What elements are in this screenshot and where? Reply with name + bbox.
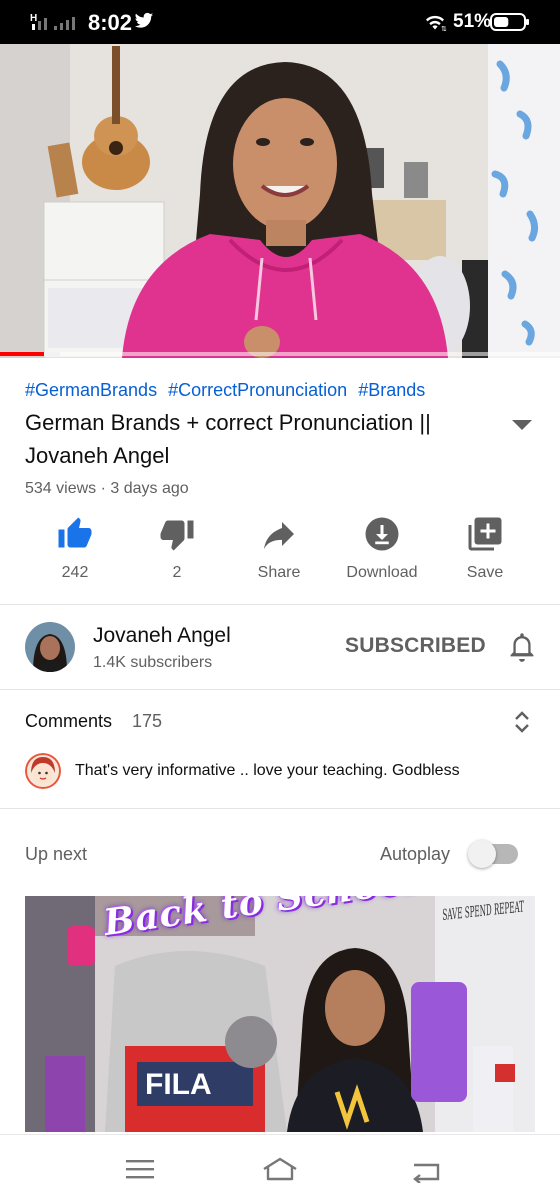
expand-description-icon[interactable] bbox=[511, 418, 533, 432]
dislike-count: 2 bbox=[172, 564, 182, 581]
progress-played bbox=[0, 352, 45, 356]
thumbs-up-icon bbox=[58, 517, 92, 548]
menu-icon[interactable] bbox=[122, 1155, 158, 1183]
home-icon[interactable] bbox=[262, 1155, 298, 1183]
battery-icon bbox=[490, 13, 529, 31]
subscribed-button[interactable]: SUBSCRIBED bbox=[345, 634, 486, 658]
video-progress-bar[interactable] bbox=[0, 352, 560, 356]
channel-avatar[interactable] bbox=[25, 622, 75, 672]
signal-strength-icon: H bbox=[30, 13, 75, 30]
up-next-video-thumbnail[interactable]: FILA SAVE SPEND REPEAT Back to School Ha… bbox=[25, 896, 535, 1132]
channel-name[interactable]: Jovaneh Angel bbox=[93, 624, 231, 648]
comments-count: 175 bbox=[132, 711, 163, 731]
hashtag-link[interactable]: #CorrectPronunciation bbox=[168, 380, 347, 400]
hashtag-link[interactable]: #GermanBrands bbox=[25, 380, 157, 400]
status-bar: H 8:02 ⇅ 51% bbox=[0, 0, 560, 44]
share-icon bbox=[264, 522, 294, 549]
progress-buffered bbox=[44, 352, 60, 356]
thumbs-down-icon bbox=[160, 520, 194, 551]
save-to-playlist-icon bbox=[468, 517, 502, 551]
thumbnail-image: FILA SAVE SPEND REPEAT bbox=[25, 896, 535, 1132]
view-count-and-date: 534 views · 3 days ago bbox=[25, 480, 189, 497]
subscriber-count: 1.4K subscribers bbox=[93, 654, 213, 671]
thumbnail-brand-text: FILA bbox=[145, 1068, 212, 1101]
divider bbox=[0, 808, 560, 809]
comments-label[interactable]: Comments bbox=[25, 711, 112, 732]
wifi-icon: ⇅ bbox=[426, 15, 447, 32]
notification-bell-icon[interactable] bbox=[508, 631, 536, 663]
commenter-avatar-image bbox=[25, 753, 61, 789]
top-comment-text: That's very informative .. love your tea… bbox=[75, 762, 460, 779]
dislike-button[interactable]: 2 bbox=[127, 516, 227, 586]
up-next-label: Up next bbox=[25, 844, 88, 864]
battery-percent: 51% bbox=[453, 11, 492, 32]
video-title-line: German Brands + correct Pronunciation || bbox=[25, 410, 431, 435]
channel-avatar-image bbox=[25, 622, 75, 672]
network-type-label: H bbox=[30, 13, 37, 24]
save-button[interactable]: Save bbox=[435, 516, 535, 586]
like-button[interactable]: 242 bbox=[25, 516, 125, 586]
like-count: 242 bbox=[61, 564, 89, 581]
save-label: Save bbox=[466, 564, 504, 581]
video-frame-image bbox=[0, 44, 560, 358]
back-icon[interactable] bbox=[408, 1155, 444, 1183]
video-title-line: Jovaneh Angel bbox=[25, 443, 170, 468]
clock: 8:02 bbox=[88, 10, 133, 35]
video-title[interactable]: German Brands + correct Pronunciation ||… bbox=[25, 406, 485, 472]
download-label: Download bbox=[346, 564, 418, 581]
twitter-icon bbox=[134, 12, 154, 28]
system-navigation-bar bbox=[0, 1134, 560, 1200]
autoplay-label: Autoplay bbox=[380, 844, 451, 864]
download-button[interactable]: Download bbox=[332, 516, 432, 586]
autoplay-toggle[interactable] bbox=[468, 840, 520, 868]
divider bbox=[0, 604, 560, 605]
commenter-avatar[interactable] bbox=[25, 753, 61, 789]
hashtag-list: #GermanBrands #CorrectPronunciation #Bra… bbox=[25, 380, 431, 401]
share-button[interactable]: Share bbox=[229, 516, 329, 586]
hashtag-link[interactable]: #Brands bbox=[358, 380, 425, 400]
video-player[interactable] bbox=[0, 44, 560, 358]
share-label: Share bbox=[257, 564, 301, 581]
toggle-knob bbox=[468, 840, 496, 868]
divider bbox=[0, 689, 560, 690]
expand-comments-icon[interactable] bbox=[512, 708, 532, 736]
svg-text:⇅: ⇅ bbox=[441, 26, 447, 32]
download-icon bbox=[365, 517, 399, 551]
